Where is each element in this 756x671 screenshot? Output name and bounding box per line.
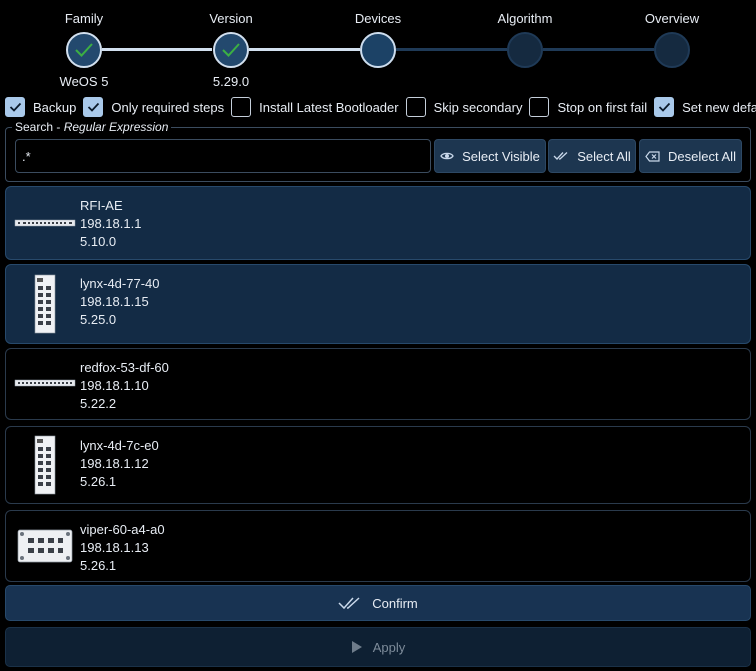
din-rail-switch-icon bbox=[34, 435, 56, 495]
option-stop-on-first-fail[interactable]: Stop on first fail bbox=[529, 97, 647, 117]
device-version: 5.25.0 bbox=[80, 312, 117, 327]
play-icon bbox=[351, 641, 362, 653]
search-input[interactable] bbox=[15, 139, 431, 173]
select-all-button[interactable]: Select All bbox=[548, 139, 636, 173]
check-icon bbox=[222, 43, 240, 57]
step-connector bbox=[396, 48, 507, 51]
device-ip: 198.18.1.1 bbox=[80, 216, 142, 231]
deselect-all-button[interactable]: Deselect All bbox=[639, 139, 742, 173]
device-name: lynx-4d-77-40 bbox=[80, 276, 160, 291]
check-icon bbox=[9, 102, 21, 112]
device-card[interactable]: lynx-4d-77-40 198.18.1.15 5.25.0 bbox=[5, 264, 751, 344]
device-image bbox=[14, 434, 76, 496]
device-version: 5.10.0 bbox=[80, 234, 117, 249]
stepper: Family WeOS 5 Version 5.29.0 Devices Alg… bbox=[0, 0, 756, 92]
confirm-button[interactable]: Confirm bbox=[5, 585, 751, 621]
eye-icon bbox=[440, 152, 454, 160]
step-title: Overview bbox=[644, 11, 700, 26]
check-icon bbox=[87, 102, 100, 112]
check-icon bbox=[75, 43, 93, 57]
device-info: lynx-4d-77-40 198.18.1.15 5.25.0 bbox=[80, 275, 160, 329]
option-only-required-steps[interactable]: Only required steps bbox=[83, 97, 224, 117]
device-info: viper-60-a4-a0 198.18.1.13 5.26.1 bbox=[80, 521, 165, 575]
step-subtitle: WeOS 5 bbox=[59, 74, 109, 89]
checkbox-unchecked[interactable] bbox=[231, 97, 252, 117]
step-circle bbox=[654, 32, 690, 68]
device-card[interactable]: RFI-AE 198.18.1.1 5.10.0 bbox=[5, 186, 751, 260]
option-label: Skip secondary bbox=[433, 99, 523, 115]
search-fieldset: Search - Regular Expression Select Visib… bbox=[5, 120, 751, 182]
option-label: Only required steps bbox=[111, 99, 225, 115]
device-ip: 198.18.1.13 bbox=[80, 540, 149, 555]
step-connector bbox=[543, 48, 654, 51]
device-name: lynx-4d-7c-e0 bbox=[80, 438, 159, 453]
apply-label: Apply bbox=[372, 639, 406, 655]
step-title: Family bbox=[64, 11, 104, 26]
device-image bbox=[14, 375, 76, 391]
device-version: 5.26.1 bbox=[80, 558, 117, 573]
step-title: Version bbox=[209, 11, 253, 26]
option-label: Stop on first fail bbox=[557, 99, 648, 115]
device-card[interactable]: redfox-53-df-60 198.18.1.10 5.22.2 bbox=[5, 348, 751, 420]
option-install-latest-bootloader[interactable]: Install Latest Bootloader bbox=[231, 97, 399, 117]
device-name: viper-60-a4-a0 bbox=[80, 522, 165, 537]
device-info: RFI-AE 198.18.1.1 5.10.0 bbox=[80, 197, 141, 251]
option-label: Install Latest Bootloader bbox=[259, 99, 399, 115]
select-visible-label: Select Visible bbox=[462, 148, 540, 164]
step-title: Devices bbox=[354, 11, 402, 26]
double-check-icon bbox=[338, 597, 360, 610]
check-icon bbox=[658, 102, 670, 112]
option-label: Backup bbox=[33, 99, 77, 115]
option-backup[interactable]: Backup bbox=[5, 97, 76, 117]
device-image bbox=[14, 525, 76, 567]
option-label: Set new defaults bbox=[682, 99, 756, 115]
device-card[interactable]: lynx-4d-7c-e0 198.18.1.12 5.26.1 bbox=[5, 426, 751, 504]
option-skip-secondary[interactable]: Skip secondary bbox=[405, 97, 523, 117]
device-ip: 198.18.1.15 bbox=[80, 294, 149, 309]
step-circle bbox=[507, 32, 543, 68]
double-check-icon bbox=[553, 152, 568, 160]
device-version: 5.22.2 bbox=[80, 396, 117, 411]
device-image bbox=[14, 273, 76, 335]
options-row: Backup Only required steps Install Lates… bbox=[5, 96, 756, 118]
option-set-new-defaults[interactable]: Set new defaults bbox=[654, 97, 756, 117]
step-circle bbox=[213, 32, 249, 68]
rack-switch-icon bbox=[14, 219, 76, 227]
search-label: Search - bbox=[15, 120, 64, 134]
din-rail-switch-icon bbox=[34, 274, 56, 334]
checkbox-unchecked[interactable] bbox=[405, 97, 426, 117]
device-image bbox=[14, 213, 76, 233]
device-card[interactable]: viper-60-a4-a0 198.18.1.13 5.26.1 bbox=[5, 510, 751, 582]
step-subtitle: 5.29.0 bbox=[212, 74, 250, 89]
search-label-italic: Regular Expression bbox=[63, 120, 169, 134]
ruggedized-box-switch-icon bbox=[17, 529, 73, 563]
deselect-all-label: Deselect All bbox=[668, 148, 736, 164]
device-name: redfox-53-df-60 bbox=[80, 360, 169, 375]
device-ip: 198.18.1.12 bbox=[80, 456, 149, 471]
device-version: 5.26.1 bbox=[80, 474, 117, 489]
step-connector bbox=[102, 48, 212, 51]
device-info: redfox-53-df-60 198.18.1.10 5.22.2 bbox=[80, 359, 169, 413]
step-circle bbox=[66, 32, 102, 68]
clear-icon bbox=[645, 150, 660, 162]
checkbox-checked[interactable] bbox=[5, 97, 25, 117]
checkbox-unchecked[interactable] bbox=[529, 97, 550, 117]
device-info: lynx-4d-7c-e0 198.18.1.12 5.26.1 bbox=[80, 437, 159, 491]
device-ip: 198.18.1.10 bbox=[80, 378, 149, 393]
search-legend: Search - Regular Expression bbox=[12, 120, 172, 134]
step-connector bbox=[249, 48, 360, 51]
step-title: Algorithm bbox=[497, 11, 553, 26]
select-all-label: Select All bbox=[577, 148, 631, 164]
select-visible-button[interactable]: Select Visible bbox=[434, 139, 546, 173]
checkbox-checked[interactable] bbox=[83, 97, 104, 117]
confirm-label: Confirm bbox=[372, 595, 418, 611]
apply-button[interactable]: Apply bbox=[5, 627, 751, 667]
rack-switch-icon bbox=[14, 379, 76, 387]
device-name: RFI-AE bbox=[80, 198, 123, 213]
checkbox-checked[interactable] bbox=[654, 97, 675, 117]
step-circle bbox=[360, 32, 396, 68]
